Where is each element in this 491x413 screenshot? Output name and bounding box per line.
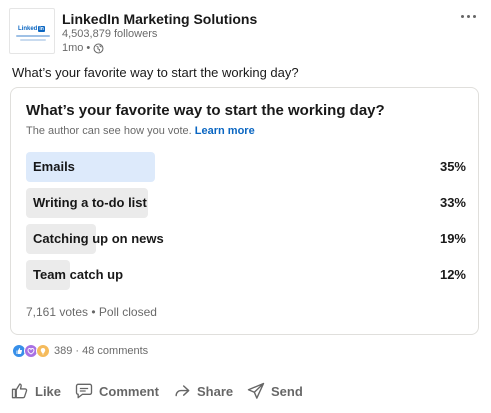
poll-footer: 7,161 votes • Poll closed (26, 305, 157, 319)
comment-button[interactable]: Comment (74, 374, 159, 408)
follower-count: 4,503,879 followers (62, 28, 158, 40)
dot (460, 14, 464, 18)
poll-option: Catching up on news 19% (26, 224, 466, 254)
thumbs-up-icon (11, 383, 28, 399)
dot (472, 14, 476, 18)
comment-label: Comment (99, 383, 159, 399)
company-logo[interactable]: Linked in (9, 8, 55, 54)
send-icon (247, 382, 265, 399)
comment-count[interactable]: 48 comments (82, 345, 148, 357)
poll-note-text: The author can see how you vote. (26, 125, 192, 137)
reaction-stack[interactable] (12, 344, 50, 358)
poll-option-label: Emails (33, 159, 75, 174)
post-text: What’s your favorite way to start the wo… (12, 65, 299, 80)
dot (466, 14, 470, 18)
send-label: Send (271, 383, 303, 399)
post-time: 1mo (62, 42, 84, 54)
author-name[interactable]: LinkedIn Marketing Solutions (62, 11, 257, 27)
logo-decoration (20, 39, 46, 41)
poll-option-label: Writing a to-do list (33, 195, 147, 210)
feed-post: Linked in LinkedIn Marketing Solutions 4,… (0, 0, 491, 413)
action-bar: Like Comment Share Send (0, 374, 491, 408)
learn-more-link[interactable]: Learn more (195, 125, 255, 137)
like-label: Like (35, 383, 62, 399)
logo-decoration (16, 35, 50, 37)
insightful-icon (36, 344, 50, 358)
more-options-button[interactable] (452, 6, 484, 26)
poll-card: What’s your favorite way to start the wo… (10, 87, 479, 335)
poll-option: Writing a to-do list 33% (26, 188, 466, 218)
poll-question: What’s your favorite way to start the wo… (26, 102, 385, 119)
poll-option: Team catch up 12% (26, 260, 466, 290)
send-button[interactable]: Send (246, 374, 303, 408)
poll-option-percent: 12% (439, 267, 466, 282)
globe-icon (93, 43, 104, 54)
count-separator: · (72, 345, 83, 357)
like-button[interactable]: Like (10, 374, 61, 408)
logo-wordmark: Linked in (18, 26, 45, 32)
meta-separator: • (86, 42, 91, 54)
poll-option-percent: 33% (439, 195, 466, 210)
comment-icon (75, 383, 93, 399)
poll-option-label: Team catch up (33, 267, 124, 282)
share-button[interactable]: Share (172, 374, 233, 408)
share-label: Share (197, 383, 234, 399)
poll-option-percent: 35% (439, 159, 466, 174)
social-counts: 389 · 48 comments (12, 343, 148, 359)
share-icon (175, 385, 190, 397)
poll-option: Emails 35% (26, 152, 466, 182)
poll-note: The author can see how you vote. Learn m… (26, 125, 255, 137)
post-meta: 1mo • (62, 42, 104, 54)
poll-option-label: Catching up on news (33, 231, 164, 246)
poll-option-percent: 19% (439, 231, 466, 246)
reaction-count[interactable]: 389 (54, 345, 72, 357)
